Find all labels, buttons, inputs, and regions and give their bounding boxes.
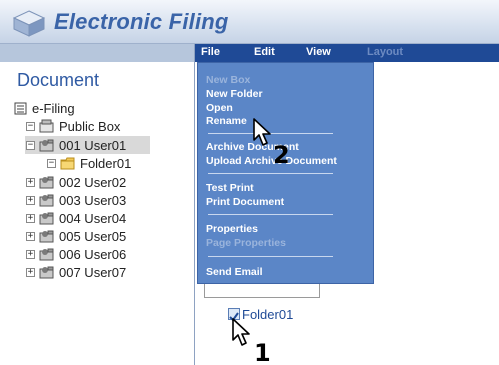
menu-item-upload-archive-document[interactable]: Upload Archive Document <box>206 155 337 167</box>
tree-item-label: 006 User06 <box>59 246 127 262</box>
expand-toggle-icon[interactable]: + <box>26 249 35 259</box>
menu-item-send-email[interactable]: Send Email <box>206 266 263 278</box>
user-box-icon <box>39 139 54 152</box>
tree-item-label: 007 User07 <box>59 264 127 280</box>
menu-item-page-properties: Page Properties <box>206 237 286 249</box>
menu-layout: Layout <box>367 46 404 58</box>
tree-item-public-box[interactable]: − Public Box <box>26 118 120 134</box>
document-heading: Document <box>17 70 100 90</box>
menu-view[interactable]: View <box>306 46 331 58</box>
file-menu-dropdown: New Box New Folder Open Rename Archive D… <box>197 62 374 284</box>
folder-icon <box>60 157 75 169</box>
menu-file[interactable]: File <box>201 46 220 58</box>
menu-item-rename[interactable]: Rename <box>206 115 247 127</box>
tree-item-user07[interactable]: + 007 User07 <box>26 264 126 280</box>
pointer-cursor-icon <box>232 318 250 346</box>
menu-bar: File Edit View Layout <box>195 44 499 62</box>
tree-item-user02[interactable]: + 002 User02 <box>26 174 126 190</box>
menu-item-properties[interactable]: Properties <box>206 223 258 235</box>
tree-item-label: 003 User03 <box>59 192 127 208</box>
menu-edit[interactable]: Edit <box>254 46 275 58</box>
expand-toggle-icon[interactable]: + <box>26 213 35 223</box>
cube-logo-icon <box>12 10 46 37</box>
user-box-icon <box>39 266 54 279</box>
step-number-2: 2 <box>273 141 290 169</box>
menu-item-new-box: New Box <box>206 74 251 86</box>
expand-toggle-icon[interactable]: + <box>26 267 35 277</box>
tree-root-label: e-Filing <box>32 100 75 116</box>
expand-toggle-icon[interactable]: + <box>26 177 35 187</box>
content-view-frame <box>204 284 320 298</box>
pointer-cursor-icon <box>253 118 271 146</box>
step-number-1: 1 <box>254 339 271 365</box>
menu-separator <box>208 214 333 215</box>
tree-item-label: 004 User04 <box>59 210 127 226</box>
tree-item-label: 002 User02 <box>59 174 127 190</box>
tree-item-user04[interactable]: + 004 User04 <box>26 210 126 226</box>
panel-divider <box>194 44 195 365</box>
tree-item-user06[interactable]: + 006 User06 <box>26 246 126 262</box>
menu-item-print-document[interactable]: Print Document <box>206 196 284 208</box>
menu-separator <box>208 173 333 174</box>
app-title: Electronic Filing <box>54 9 229 34</box>
user-box-icon <box>39 248 54 261</box>
expand-toggle-icon[interactable]: + <box>26 195 35 205</box>
expand-toggle-icon[interactable]: + <box>26 231 35 241</box>
menu-item-new-folder[interactable]: New Folder <box>206 88 263 100</box>
tree-item-label: 001 User01 <box>59 137 127 153</box>
tree-root-efiling[interactable]: e-Filing <box>14 100 75 116</box>
user-box-icon <box>39 212 54 225</box>
tree-item-user01[interactable]: − 001 User01 <box>26 137 126 153</box>
user-box-icon <box>39 176 54 189</box>
menu-item-open[interactable]: Open <box>206 102 233 114</box>
app-header: Electronic Filing <box>0 0 499 44</box>
user-box-icon <box>39 230 54 243</box>
efiling-icon <box>14 102 27 114</box>
collapse-toggle-icon[interactable]: − <box>26 121 35 131</box>
left-panel-strip <box>0 44 195 62</box>
tree-item-user03[interactable]: + 003 User03 <box>26 192 126 208</box>
collapse-toggle-icon[interactable]: − <box>26 140 35 150</box>
tree-item-label: Folder01 <box>80 155 132 171</box>
menu-separator <box>208 256 333 257</box>
tree-item-label: 005 User05 <box>59 228 127 244</box>
user-box-icon <box>39 194 54 207</box>
tree-item-label: Public Box <box>59 118 121 134</box>
public-box-icon <box>39 119 54 133</box>
collapse-toggle-icon[interactable]: − <box>47 158 56 168</box>
menu-item-test-print[interactable]: Test Print <box>206 182 254 194</box>
tree-item-user05[interactable]: + 005 User05 <box>26 228 126 244</box>
tree-item-folder01[interactable]: − Folder01 <box>47 155 131 171</box>
